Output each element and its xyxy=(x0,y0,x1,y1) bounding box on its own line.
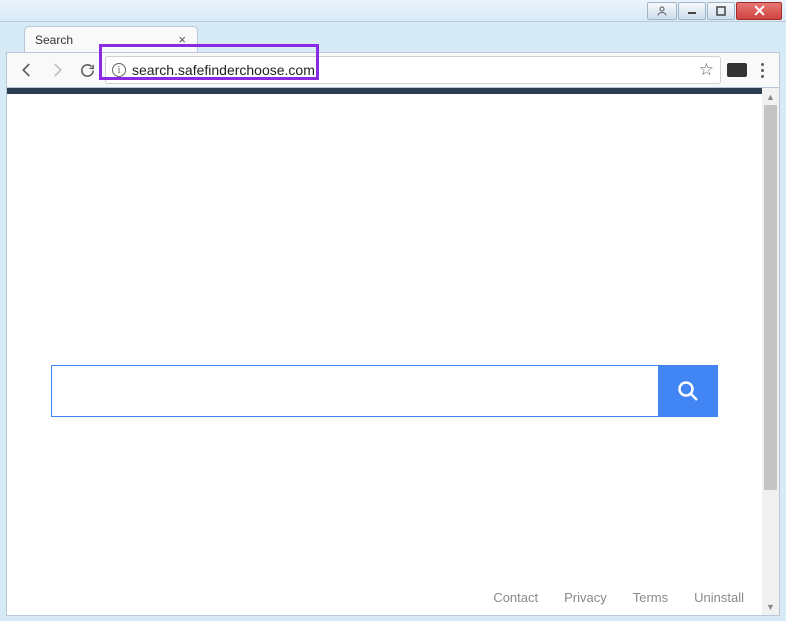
tab-title: Search xyxy=(35,33,175,47)
window-close-button[interactable] xyxy=(736,2,782,20)
page-viewport-wrapper: Contact Privacy Terms Uninstall ▲ ▼ xyxy=(6,88,780,616)
site-info-icon[interactable]: i xyxy=(112,63,126,77)
bookmark-star-icon[interactable]: ☆ xyxy=(699,60,714,80)
vertical-scrollbar[interactable]: ▲ ▼ xyxy=(762,88,779,615)
browser-tab[interactable]: Search × xyxy=(24,26,198,52)
tab-strip: Search × xyxy=(6,22,780,52)
page-viewport: Contact Privacy Terms Uninstall xyxy=(7,88,762,615)
arrow-right-icon xyxy=(48,61,66,79)
window-user-button[interactable] xyxy=(647,2,677,20)
scrollbar-thumb[interactable] xyxy=(764,105,777,490)
url-text: search.safefinderchoose.com xyxy=(132,62,693,78)
search-input[interactable] xyxy=(51,365,658,417)
window-titlebar xyxy=(0,0,786,22)
browser-chrome: Search × i search.safefinderchoose.com ☆ xyxy=(0,22,786,616)
reload-icon xyxy=(79,62,96,79)
browser-menu-button[interactable] xyxy=(753,58,771,82)
footer-link-uninstall[interactable]: Uninstall xyxy=(694,590,744,605)
minimize-icon xyxy=(687,6,697,16)
footer-links: Contact Privacy Terms Uninstall xyxy=(493,590,744,605)
scrollbar-track[interactable] xyxy=(762,105,779,598)
scrollbar-down-button[interactable]: ▼ xyxy=(762,598,779,615)
address-bar[interactable]: i search.safefinderchoose.com ☆ xyxy=(105,56,721,84)
maximize-icon xyxy=(716,6,726,16)
menu-dots-icon xyxy=(761,63,764,66)
forward-button[interactable] xyxy=(45,58,69,82)
extension-icon[interactable] xyxy=(727,63,747,77)
search-icon xyxy=(676,379,700,403)
footer-link-contact[interactable]: Contact xyxy=(493,590,538,605)
page-content: Contact Privacy Terms Uninstall xyxy=(7,94,762,615)
scrollbar-up-button[interactable]: ▲ xyxy=(762,88,779,105)
close-icon xyxy=(754,5,765,16)
user-icon xyxy=(656,5,668,17)
reload-button[interactable] xyxy=(75,58,99,82)
arrow-left-icon xyxy=(18,61,36,79)
back-button[interactable] xyxy=(15,58,39,82)
footer-link-terms[interactable]: Terms xyxy=(633,590,668,605)
tab-close-button[interactable]: × xyxy=(175,32,189,47)
window-maximize-button[interactable] xyxy=(707,2,735,20)
search-button[interactable] xyxy=(658,365,718,417)
search-box xyxy=(51,365,718,417)
footer-link-privacy[interactable]: Privacy xyxy=(564,590,607,605)
browser-toolbar: i search.safefinderchoose.com ☆ xyxy=(6,52,780,88)
window-minimize-button[interactable] xyxy=(678,2,706,20)
